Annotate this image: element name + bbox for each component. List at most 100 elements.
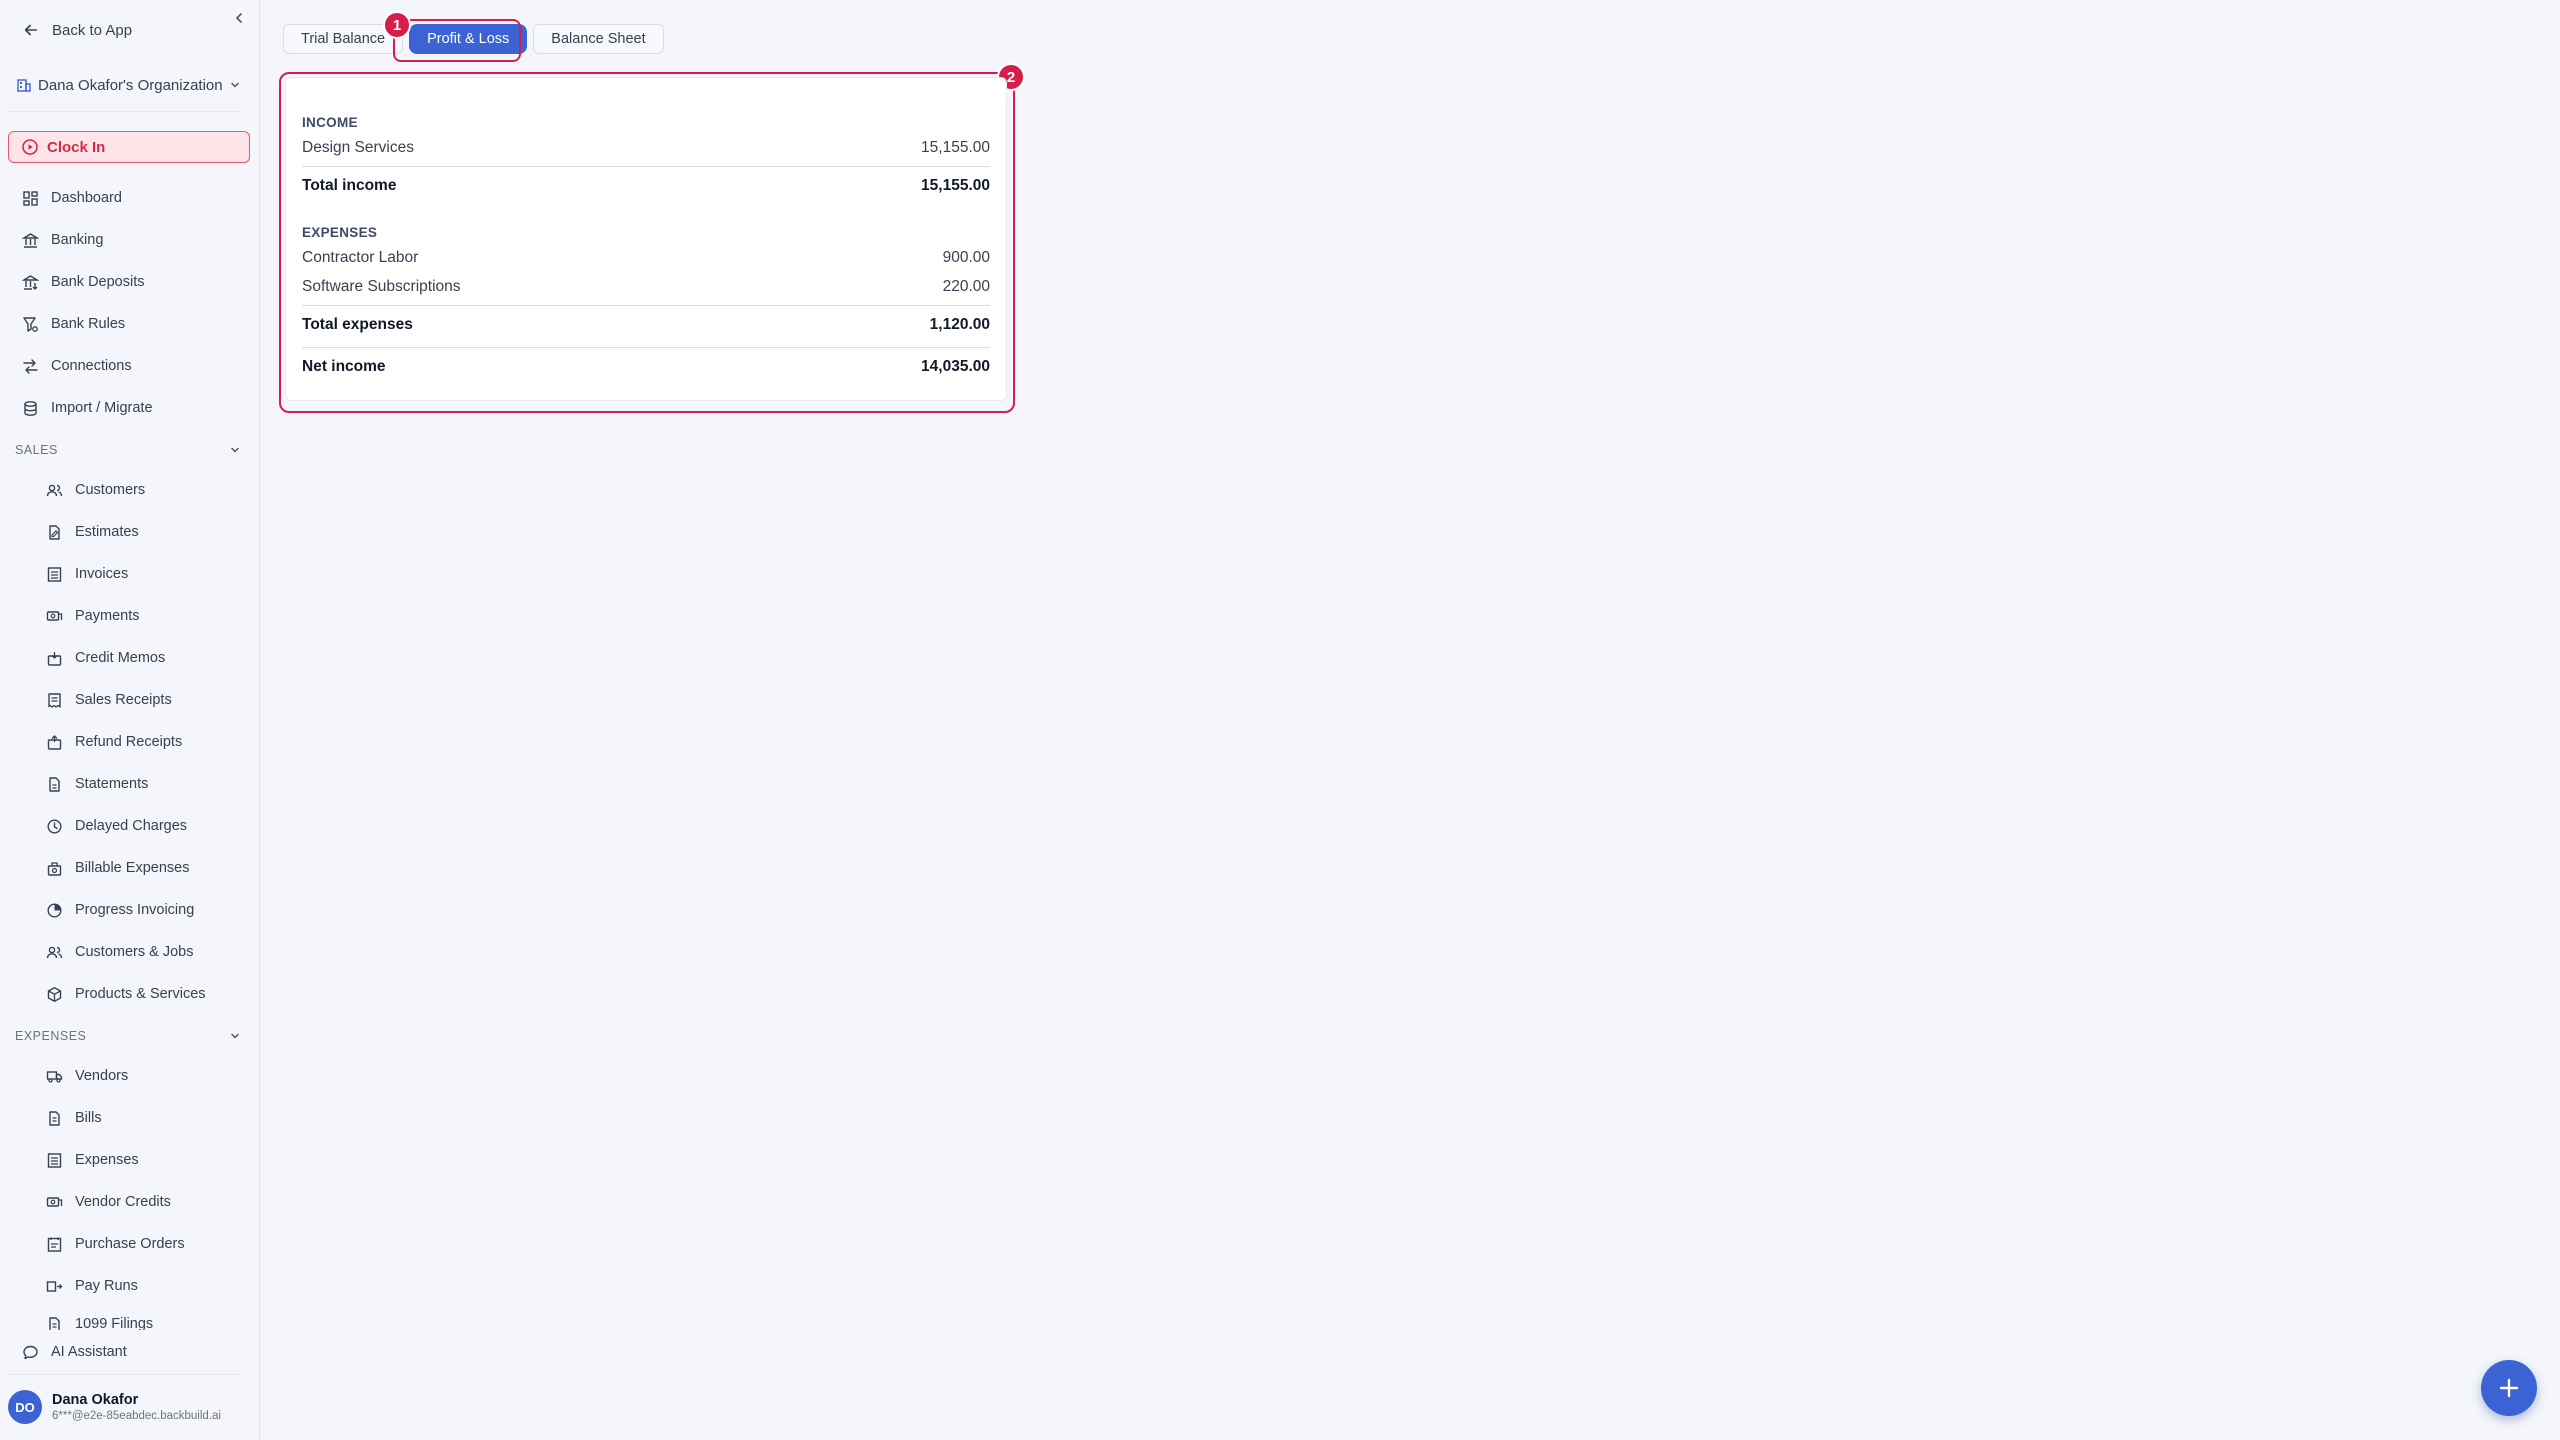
total-expenses-amount: 1,120.00: [929, 316, 990, 333]
organization-switcher[interactable]: Dana Okafor's Organization: [0, 68, 259, 102]
sidebar-item-payments[interactable]: Payments: [0, 598, 259, 634]
row-divider: [302, 305, 990, 306]
user-profile[interactable]: DO Dana Okafor 6***@e2e-85eabdec.backbui…: [0, 1382, 259, 1432]
sidebar-item-sales-receipts[interactable]: Sales Receipts: [0, 682, 259, 718]
row-label: Software Subscriptions: [302, 278, 461, 295]
sidebar-item-ai-assistant[interactable]: AI Assistant: [0, 1334, 259, 1370]
chevron-down-icon: [231, 1033, 239, 1039]
tab-profit-loss[interactable]: Profit & Loss: [409, 24, 528, 54]
sidebar-item-pay-runs[interactable]: Pay Runs: [0, 1268, 259, 1304]
row-divider: [302, 166, 990, 167]
progress-icon: [47, 902, 62, 918]
expenses-section-header[interactable]: EXPENSES: [0, 1022, 259, 1050]
sidebar-item-vendor-credits[interactable]: Vendor Credits: [0, 1184, 259, 1220]
sidebar-item-label: Bills: [75, 1110, 102, 1126]
purchase-order-icon: [47, 1237, 62, 1252]
truck-icon: [46, 1070, 63, 1083]
sidebar-item-bank-rules[interactable]: Bank Rules: [0, 306, 259, 342]
sidebar-item-label: Refund Receipts: [75, 734, 183, 750]
sales-section-header[interactable]: SALES: [0, 436, 259, 464]
income-section-title: INCOME: [302, 115, 358, 130]
back-to-app-link[interactable]: Back to App: [0, 12, 259, 48]
refund-icon: [47, 734, 62, 750]
sidebar-item-vendors[interactable]: Vendors: [0, 1058, 259, 1094]
sidebar-item-dashboard[interactable]: Dashboard: [0, 180, 259, 216]
sidebar-item-banking[interactable]: Banking: [0, 222, 259, 258]
credit-memo-icon: [47, 651, 62, 666]
sidebar-item-label: Bank Rules: [51, 316, 126, 332]
expenses-section-title: EXPENSES: [15, 1029, 87, 1043]
sidebar-item-label: Banking: [51, 232, 104, 248]
user-name: Dana Okafor: [52, 1392, 139, 1408]
sidebar-item-label: Vendors: [75, 1068, 129, 1084]
organization-name: Dana Okafor's Organization: [38, 76, 223, 94]
sidebar-item-delayed-charges[interactable]: Delayed Charges: [0, 808, 259, 844]
expenses-section-title: EXPENSES: [302, 225, 378, 240]
sidebar-item-label: Import / Migrate: [51, 400, 153, 416]
clock-in-label: Clock In: [47, 138, 106, 156]
file-edit-icon: [49, 524, 60, 540]
sidebar-item-credit-memos[interactable]: Credit Memos: [0, 640, 259, 676]
sidebar-item-label: Customers & Jobs: [75, 944, 194, 960]
sidebar-item-billable-expenses[interactable]: Billable Expenses: [0, 850, 259, 886]
net-income-label: Net income: [302, 358, 386, 375]
sidebar-item-estimates[interactable]: Estimates: [0, 514, 259, 550]
sidebar-item-label: Products & Services: [75, 986, 206, 1002]
sidebar-item-bills[interactable]: Bills: [0, 1100, 259, 1136]
add-button[interactable]: [2481, 1360, 2537, 1416]
sidebar-item-label: Expenses: [75, 1152, 139, 1168]
sidebar-item-label: 1099 Filings: [75, 1316, 154, 1330]
pay-run-icon: [46, 1280, 63, 1292]
sidebar-item-label: Billable Expenses: [75, 860, 190, 876]
sidebar-item-label: Customers: [75, 482, 146, 498]
sidebar-item-label: Vendor Credits: [75, 1194, 171, 1210]
sidebar-item-label: Purchase Orders: [75, 1236, 185, 1252]
row-amount: 15,155.00: [921, 139, 990, 156]
collapse-sidebar-button[interactable]: [229, 8, 249, 28]
sidebar-item-purchase-orders[interactable]: Purchase Orders: [0, 1226, 259, 1262]
chevron-down-icon: [231, 447, 239, 453]
sidebar-item-label: Dashboard: [51, 190, 122, 206]
tab-balance-sheet[interactable]: Balance Sheet: [533, 24, 664, 54]
sidebar-divider: [8, 111, 242, 112]
user-email: 6***@e2e-85eabdec.backbuild.ai: [52, 1410, 221, 1422]
receipt-icon: [48, 692, 61, 708]
net-income-amount: 14,035.00: [921, 358, 990, 375]
total-income-label: Total income: [302, 177, 397, 194]
row-divider: [302, 347, 990, 348]
connections-icon: [23, 358, 38, 374]
sidebar-item-connections[interactable]: Connections: [0, 348, 259, 384]
sidebar-item-customers[interactable]: Customers: [0, 472, 259, 508]
sidebar-item-bank-deposits[interactable]: Bank Deposits: [0, 264, 259, 300]
total-expenses-row: Total expenses 1,120.00: [302, 311, 990, 339]
building-icon: [17, 79, 31, 92]
sidebar-item-refund-receipts[interactable]: Refund Receipts: [0, 724, 259, 760]
sidebar-item-invoices[interactable]: Invoices: [0, 556, 259, 592]
sidebar-item-label: Progress Invoicing: [75, 902, 195, 918]
sidebar-item-1099-filings[interactable]: 1099 Filings: [0, 1310, 259, 1330]
row-label: Design Services: [302, 139, 414, 156]
billable-expense-icon: [47, 861, 62, 876]
sidebar-item-label: Estimates: [75, 524, 139, 540]
sidebar-item-expenses[interactable]: Expenses: [0, 1142, 259, 1178]
arrow-left-icon: [24, 24, 38, 36]
avatar: DO: [8, 1390, 42, 1424]
row-amount: 220.00: [942, 278, 990, 295]
statement-icon: [49, 776, 60, 792]
package-icon: [47, 986, 62, 1002]
total-income-amount: 15,155.00: [921, 177, 990, 194]
sidebar-item-customers-jobs[interactable]: Customers & Jobs: [0, 934, 259, 970]
report-row: Contractor Labor 900.00: [302, 244, 990, 272]
report-tabs: Trial Balance Profit & Loss Balance Shee…: [283, 24, 664, 54]
sidebar-item-import-migrate[interactable]: Import / Migrate: [0, 390, 259, 426]
sidebar-item-label: Credit Memos: [75, 650, 166, 666]
sidebar-item-label: Invoices: [75, 566, 129, 582]
net-income-row: Net income 14,035.00: [302, 353, 990, 381]
sidebar-item-statements[interactable]: Statements: [0, 766, 259, 802]
sidebar-divider: [8, 1374, 242, 1375]
clock-in-button[interactable]: Clock In: [8, 131, 250, 163]
sidebar-item-products-services[interactable]: Products & Services: [0, 976, 259, 1012]
sidebar-item-progress-invoicing[interactable]: Progress Invoicing: [0, 892, 259, 928]
filing-icon: [49, 1317, 60, 1330]
bank-icon: [22, 232, 39, 248]
